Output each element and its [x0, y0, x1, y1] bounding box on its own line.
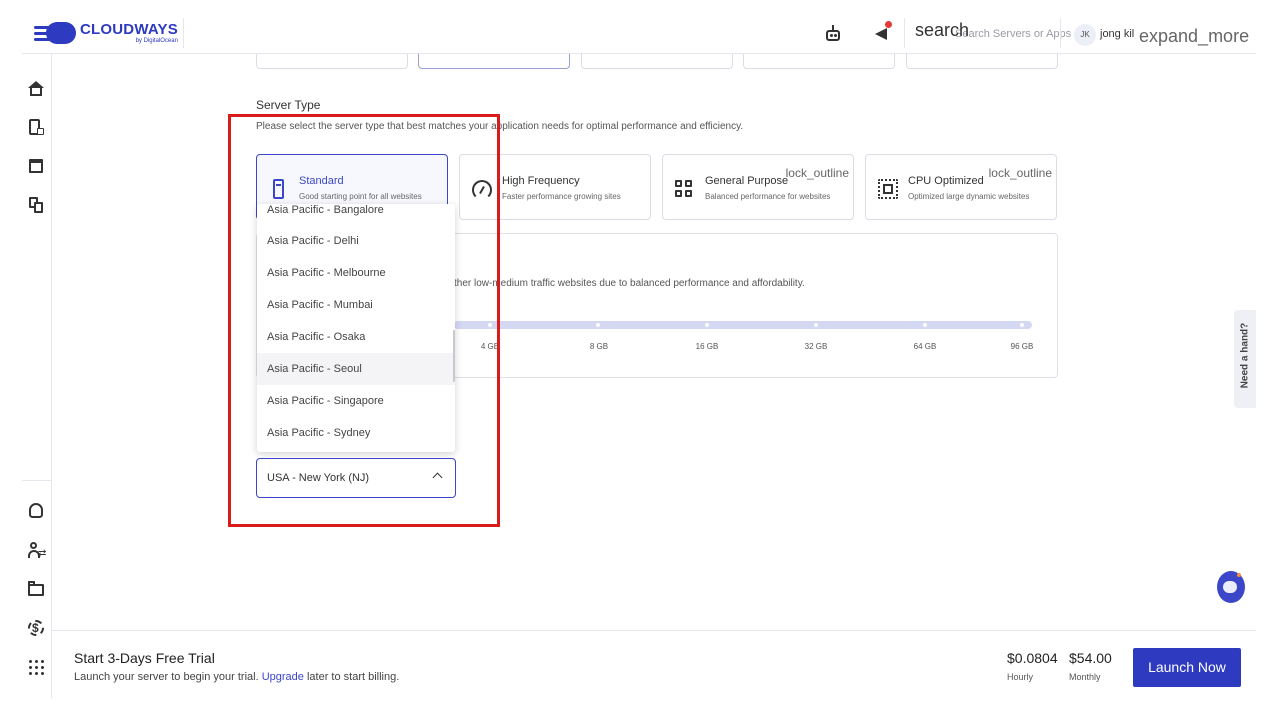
annotation-highlight-box: [228, 114, 500, 527]
notification-dot: [885, 21, 892, 28]
search-icon[interactable]: search: [915, 20, 969, 41]
size-label: 32 GB: [804, 342, 828, 351]
hourly-label: Hourly: [1007, 672, 1034, 682]
application-card[interactable]: [418, 54, 570, 69]
monthly-price: $54.00: [1069, 650, 1112, 666]
server-type-title: Server Type: [256, 98, 321, 112]
size-label: 96 GB: [1010, 342, 1034, 351]
server-type-name: CPU Optimized: [908, 175, 984, 187]
slider-step[interactable]: [705, 323, 709, 327]
trial-subtitle-text: later to start billing.: [303, 671, 400, 683]
size-label: 64 GB: [913, 342, 937, 351]
username[interactable]: jong kil: [1100, 28, 1134, 40]
size-label: 16 GB: [695, 342, 719, 351]
application-card[interactable]: [256, 54, 408, 69]
server-type-name: General Purpose: [705, 175, 789, 187]
top-header: CLOUDWAYS by DigitalOcean Search Servers…: [22, 14, 1256, 54]
upgrade-link[interactable]: Upgrade: [262, 671, 304, 683]
home-icon[interactable]: [27, 80, 45, 98]
application-card[interactable]: [581, 54, 733, 69]
chat-assistant-icon[interactable]: [1217, 571, 1245, 603]
trial-subtitle: Launch your server to begin your trial. …: [74, 671, 399, 683]
lock-icon: lock_outline: [988, 166, 1052, 180]
search-box[interactable]: Search Servers or Apps search: [915, 20, 1071, 46]
cpu-icon: [878, 179, 898, 199]
server-type-desc: Faster performance growing sites: [502, 192, 621, 201]
brand-name: CLOUDWAYS: [80, 20, 178, 38]
megaphone-icon[interactable]: [872, 21, 892, 44]
need-a-hand-label: Need a hand?: [1239, 322, 1251, 389]
monthly-label: Monthly: [1069, 672, 1101, 682]
server-size-description: ther low-medium traffic websites due to …: [454, 278, 805, 289]
need-a-hand-tab[interactable]: Need a hand?: [1234, 310, 1256, 408]
server-size-slider[interactable]: [454, 321, 1032, 329]
slider-step[interactable]: [923, 323, 927, 327]
avatar[interactable]: JK: [1074, 24, 1096, 46]
chevron-down-icon[interactable]: expand_more: [1139, 26, 1249, 47]
trial-title: Start 3-Days Free Trial: [74, 650, 215, 666]
applications-icon[interactable]: [27, 157, 45, 175]
slider-step[interactable]: [814, 323, 818, 327]
lock-icon: lock_outline: [785, 166, 849, 180]
copy-icon[interactable]: [27, 196, 45, 214]
launch-now-button[interactable]: Launch Now: [1133, 648, 1241, 687]
sidebar: ⇄ $: [22, 54, 52, 698]
team-icon[interactable]: ⇄: [27, 541, 46, 559]
server-type-general-purpose[interactable]: General Purpose Balanced performance for…: [662, 154, 854, 220]
slider-step[interactable]: [1020, 323, 1024, 327]
search-placeholder: Search Servers or Apps: [955, 28, 1072, 40]
grid-icon: [675, 179, 693, 199]
cloud-logo-icon: [34, 20, 78, 46]
footer-bar: Start 3-Days Free Trial Launch your serv…: [52, 630, 1256, 698]
size-label: 8 GB: [589, 342, 609, 351]
brand-sub: by DigitalOcean: [135, 37, 178, 44]
application-card[interactable]: [906, 54, 1058, 69]
server-type-cpu-optimized[interactable]: CPU Optimized Optimized large dynamic we…: [865, 154, 1057, 220]
billing-icon[interactable]: $: [27, 619, 45, 637]
cloudways-logo[interactable]: CLOUDWAYS by DigitalOcean: [34, 20, 178, 46]
hourly-price: $0.0804: [1007, 650, 1058, 666]
apps-grid-icon[interactable]: [27, 658, 45, 676]
application-card[interactable]: [743, 54, 895, 69]
servers-icon[interactable]: [27, 118, 45, 136]
server-type-desc: Optimized large dynamic websites: [908, 192, 1030, 201]
server-type-name: High Frequency: [502, 175, 580, 187]
support-icon[interactable]: [27, 502, 45, 520]
server-type-desc: Balanced performance for websites: [705, 192, 831, 201]
trial-subtitle-text: Launch your server to begin your trial.: [74, 671, 262, 683]
slider-step[interactable]: [596, 323, 600, 327]
bot-icon[interactable]: [823, 24, 843, 44]
folder-icon[interactable]: [27, 580, 45, 598]
